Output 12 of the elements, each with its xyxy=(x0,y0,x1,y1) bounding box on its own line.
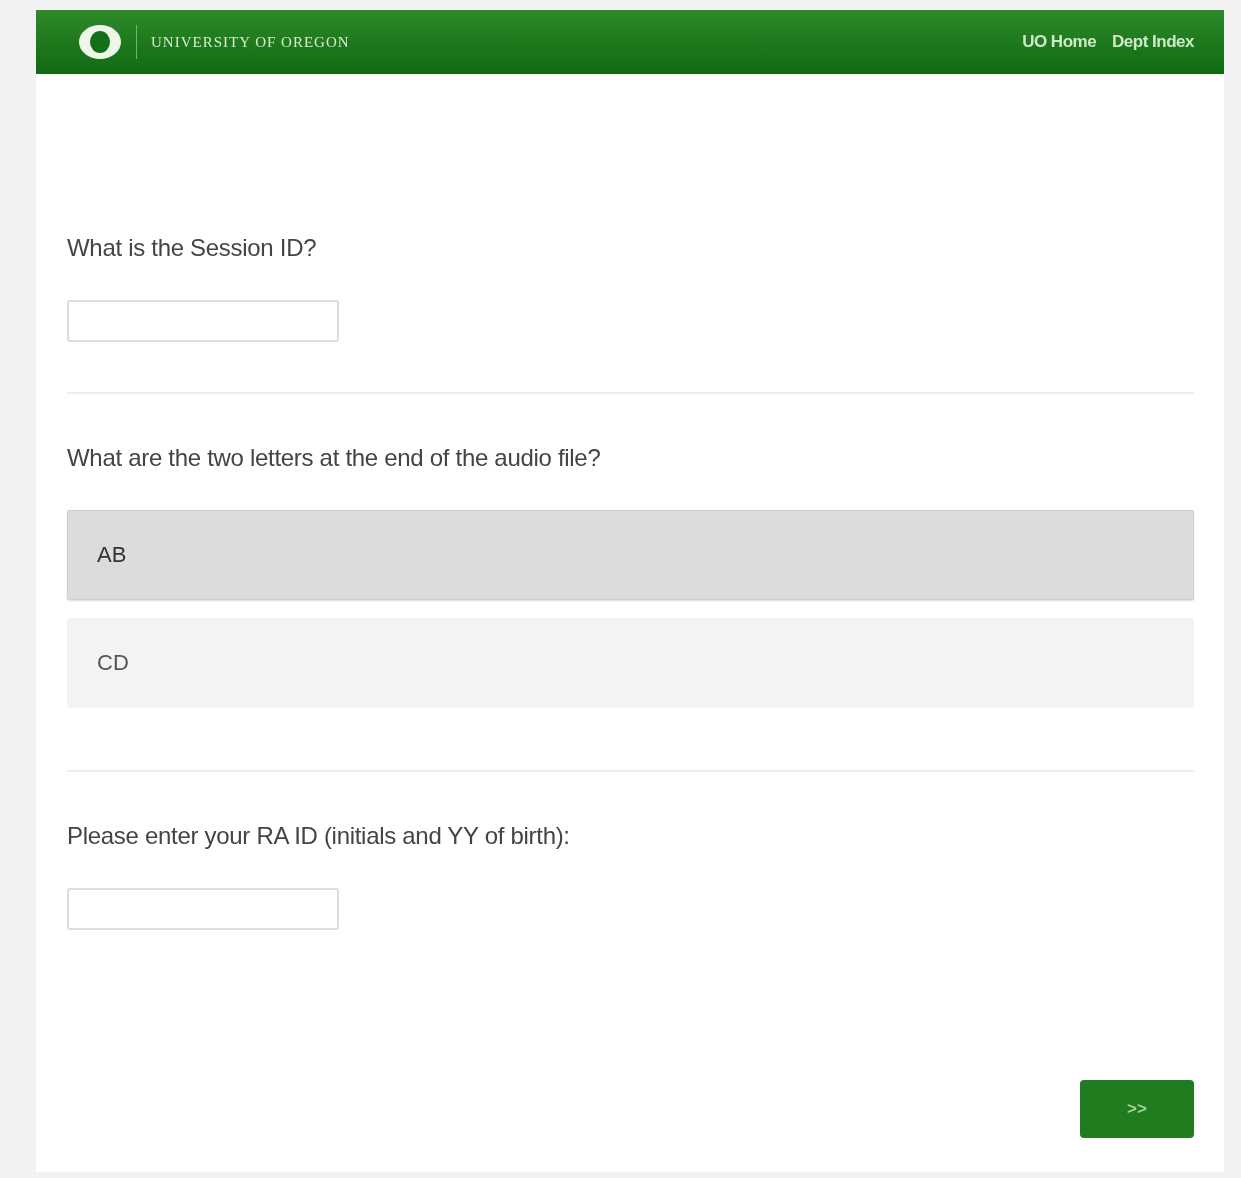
next-button[interactable]: >> xyxy=(1080,1080,1194,1138)
answer-option[interactable]: CD xyxy=(67,618,1194,708)
answer-field[interactable] xyxy=(67,888,339,930)
answer-field[interactable] xyxy=(67,300,339,342)
university-wordmark: UNIVERSITY OF OREGON xyxy=(151,33,350,51)
o-logo-icon xyxy=(76,23,124,61)
answer-option[interactable]: AB xyxy=(67,510,1194,600)
header-link[interactable]: Dept Index xyxy=(1112,32,1194,52)
question-text: What is the Session ID? xyxy=(67,234,318,262)
header-link[interactable]: UO Home xyxy=(1022,32,1097,52)
question-text: Please enter your RA ID (initials and YY of birth): xyxy=(67,822,571,850)
question-text: What are the two letters at the end of the audio file? xyxy=(67,444,602,472)
